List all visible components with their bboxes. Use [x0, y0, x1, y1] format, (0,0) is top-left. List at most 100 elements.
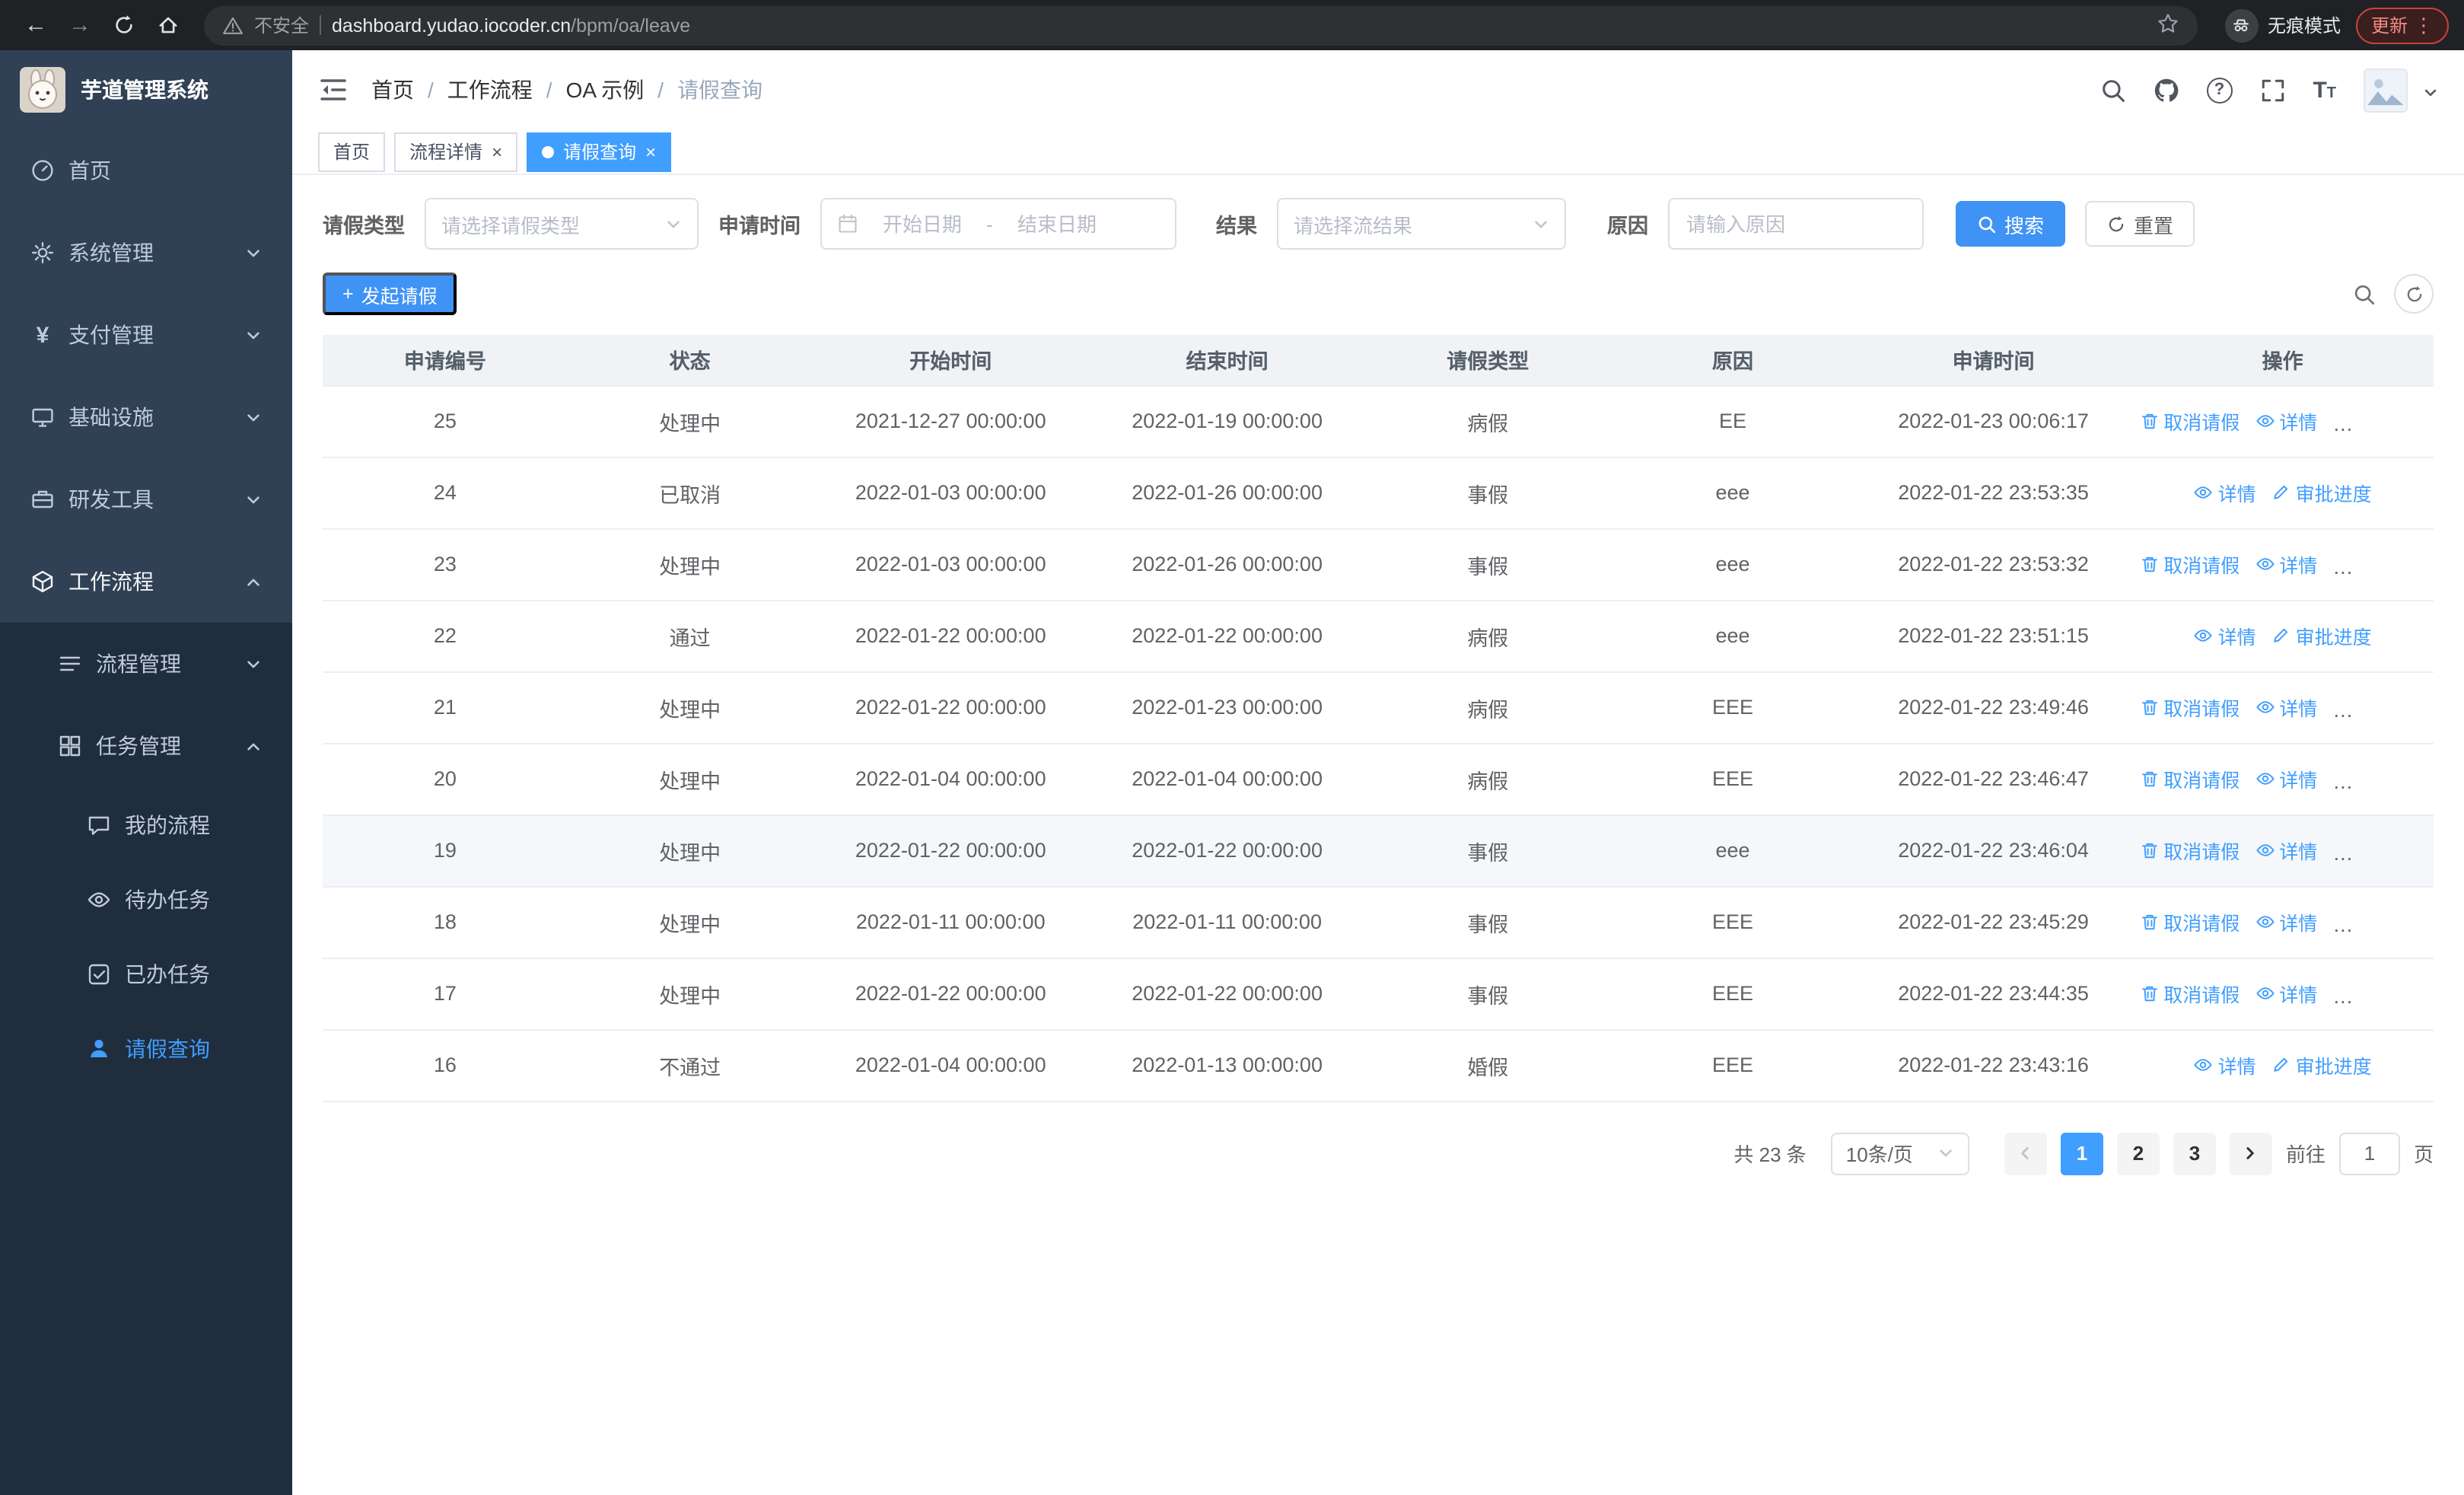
sidebar-item-my-process[interactable]: 我的流程	[0, 787, 292, 862]
sidebar-item-home[interactable]: 首页	[0, 129, 292, 212]
chevron-down-icon	[1535, 220, 1547, 228]
sidebar-item-todo-tasks[interactable]: 待办任务	[0, 862, 292, 936]
sidebar-item-system-mgmt[interactable]: 系统管理	[0, 212, 292, 294]
progress-action-link[interactable]: 审批进度	[2271, 621, 2372, 650]
font-size-icon[interactable]: TT	[2313, 78, 2336, 101]
detail-action-link[interactable]: 详情	[2194, 478, 2256, 507]
trash-icon	[2141, 556, 2157, 572]
create-leave-button[interactable]: + 发起请假	[323, 273, 457, 315]
page-size-select[interactable]: 10条/页	[1830, 1132, 1969, 1175]
cancel-action-link[interactable]: 取消请假	[2139, 550, 2240, 579]
github-icon[interactable]	[2153, 77, 2179, 103]
eye-icon	[2255, 701, 2274, 713]
help-icon[interactable]: ?	[2206, 77, 2233, 103]
search-button[interactable]: 搜索	[1956, 201, 2066, 247]
detail-action-link[interactable]: 详情	[2255, 907, 2317, 936]
sidebar-item-done-tasks[interactable]: 已办任务	[0, 936, 292, 1011]
chat-icon	[88, 815, 110, 834]
page-buttons: 123	[2060, 1132, 2216, 1175]
cancel-action-link[interactable]: 取消请假	[2139, 979, 2240, 1008]
breadcrumb-item[interactable]: 首页	[371, 75, 414, 105]
reason-input[interactable]	[1668, 198, 1924, 250]
page-button-1[interactable]: 1	[2060, 1132, 2103, 1175]
cell-reason: eee	[1610, 528, 1855, 601]
cell-actions: 详情 审批进度	[2131, 600, 2434, 672]
tab-close-icon[interactable]: ×	[645, 142, 656, 161]
search-toggle-icon[interactable]	[2353, 282, 2376, 305]
tab-label: 首页	[333, 142, 371, 163]
detail-action-link[interactable]: 详情	[2255, 979, 2317, 1008]
tab-process-detail[interactable]: 流程详情 ×	[394, 132, 518, 171]
cell-id: 22	[323, 600, 568, 672]
table-row: 23 处理中 2022-01-03 00:00:00 2022-01-26 00:00…	[323, 528, 2434, 601]
cell-end-time: 2022-01-22 00:00:00	[1088, 600, 1366, 672]
cancel-action-link[interactable]: 取消请假	[2139, 907, 2240, 936]
result-select[interactable]: 请选择流结果	[1277, 198, 1566, 250]
search-icon	[1979, 215, 1996, 233]
page-button-3[interactable]: 3	[2173, 1132, 2216, 1175]
trash-icon	[2141, 700, 2157, 716]
back-button[interactable]: ←	[15, 5, 56, 46]
logo[interactable]: 芋道管理系统	[0, 50, 292, 129]
next-page-button[interactable]	[2229, 1132, 2272, 1175]
sidebar-item-process-mgmt[interactable]: 流程管理	[0, 623, 292, 705]
prev-page-button[interactable]	[2004, 1132, 2047, 1175]
detail-action-link[interactable]: 详情	[2255, 693, 2317, 722]
trash-icon	[2141, 986, 2157, 1002]
sidebar-item-payment-mgmt[interactable]: ¥ 支付管理	[0, 294, 292, 376]
breadcrumb-item[interactable]: 工作流程	[447, 75, 533, 105]
detail-action-link[interactable]: 详情	[2255, 406, 2317, 435]
result-label: 结果	[1216, 215, 1257, 237]
sidebar-item-label: 首页	[68, 158, 111, 183]
app-title: 芋道管理系统	[81, 78, 209, 102]
search-icon[interactable]	[2099, 77, 2125, 103]
detail-action-link[interactable]: 详情	[2255, 550, 2317, 579]
sidebar-item-task-mgmt[interactable]: 任务管理	[0, 705, 292, 787]
end-date-input[interactable]	[1002, 212, 1112, 235]
refresh-table-button[interactable]	[2394, 274, 2434, 314]
user-avatar[interactable]	[2364, 68, 2408, 112]
detail-action-link[interactable]: 详情	[2194, 621, 2256, 650]
sidebar-item-dev-tools[interactable]: 研发工具	[0, 458, 292, 540]
fullscreen-icon[interactable]	[2259, 77, 2285, 103]
sidebar-item-infrastructure[interactable]: 基础设施	[0, 376, 292, 458]
bookmark-star-icon[interactable]	[2157, 11, 2179, 39]
cell-apply-time: 2022-01-22 23:51:15	[1854, 600, 2132, 672]
detail-action-link[interactable]: 详情	[2194, 1050, 2256, 1079]
caret-down-icon[interactable]	[2423, 84, 2438, 100]
address-bar[interactable]: 不安全 dashboard.yudao.iocoder.cn/bpm/oa/le…	[204, 5, 2198, 45]
sidebar-item-leave-query[interactable]: 请假查询	[0, 1011, 292, 1085]
leave-type-select[interactable]: 请选择请假类型	[425, 198, 699, 250]
tab-close-icon[interactable]: ×	[492, 142, 502, 161]
reset-button[interactable]: 重置	[2085, 201, 2195, 247]
breadcrumb-item-current: 请假查询	[677, 78, 763, 102]
detail-action-link[interactable]: 详情	[2255, 836, 2317, 865]
incognito-icon	[2224, 8, 2259, 42]
eye-icon	[2255, 415, 2274, 427]
update-button[interactable]: 更新 ⋮	[2355, 7, 2449, 43]
goto-page-input[interactable]	[2338, 1132, 2400, 1175]
eye-icon	[2255, 558, 2274, 570]
sidebar-fold-icon[interactable]	[318, 75, 349, 105]
home-button[interactable]	[148, 5, 189, 46]
page-button-2[interactable]: 2	[2116, 1132, 2160, 1175]
breadcrumb-item[interactable]: OA 示例	[566, 75, 645, 105]
progress-action-link[interactable]: 审批进度	[2271, 1050, 2372, 1079]
date-range-picker[interactable]: -	[820, 198, 1176, 250]
tab-leave-query[interactable]: 请假查询 ×	[527, 132, 672, 171]
forward-button[interactable]: →	[59, 5, 100, 46]
cancel-action-link[interactable]: 取消请假	[2139, 764, 2240, 793]
progress-action-link[interactable]: 审批进度	[2271, 478, 2372, 507]
sidebar-item-label: 研发工具	[68, 487, 154, 512]
tab-home[interactable]: 首页	[318, 132, 386, 171]
cell-apply-time: 2022-01-22 23:46:04	[1854, 814, 2132, 887]
leave-table: 申请编号 状态 开始时间 结束时间 请假类型 原因 申请时间 操作 25 处理中 2021-12-…	[323, 335, 2434, 1101]
cancel-action-link[interactable]: 取消请假	[2139, 406, 2240, 435]
detail-action-link[interactable]: 详情	[2255, 764, 2317, 793]
cancel-action-link[interactable]: 取消请假	[2139, 693, 2240, 722]
cancel-action-link[interactable]: 取消请假	[2139, 836, 2240, 865]
sidebar-item-workflow[interactable]: 工作流程	[0, 540, 292, 623]
start-date-input[interactable]	[867, 212, 977, 235]
reload-button[interactable]	[103, 5, 145, 46]
cell-type: 事假	[1365, 886, 1611, 958]
